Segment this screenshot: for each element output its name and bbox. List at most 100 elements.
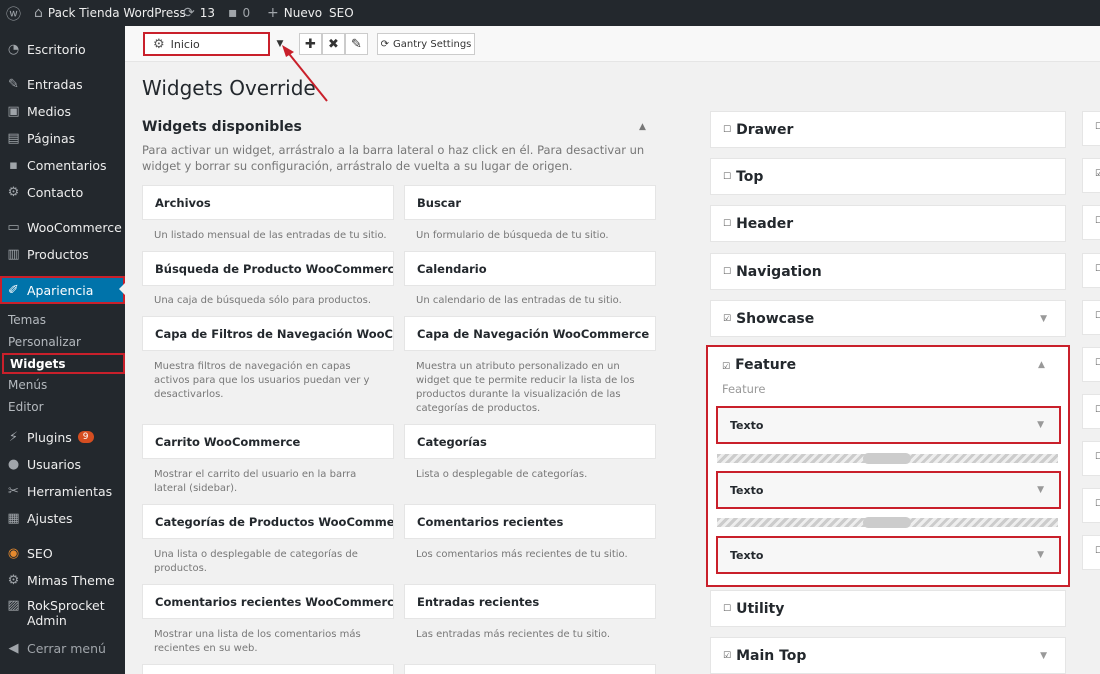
sidebar-name: Top	[736, 168, 764, 185]
new-link[interactable]: + Nuevo	[267, 0, 322, 26]
menu-comentarios[interactable]: ▪ Comentarios	[0, 152, 125, 178]
chevron-down-icon[interactable]: ▼	[1037, 420, 1044, 430]
sidebar-column-2-item[interactable]: ☐	[1082, 535, 1100, 570]
checkbox-icon: ☐	[723, 266, 732, 277]
sidebar-column-2-item[interactable]: ☐	[1082, 347, 1100, 382]
sidebar-utility[interactable]: ☐ Utility	[710, 590, 1066, 627]
checkbox-icon: ☐	[1095, 405, 1100, 415]
wrench-icon: ✂	[8, 483, 19, 499]
menu-plugins[interactable]: ⚡ Plugins 9	[0, 424, 125, 450]
submenu-personalizar[interactable]: Personalizar	[0, 331, 125, 352]
widget-calendario[interactable]: Calendario	[404, 251, 656, 286]
sidebar-column-2-item[interactable]: ☐	[1082, 488, 1100, 523]
submenu-temas[interactable]: Temas	[0, 309, 125, 330]
sidebar-top[interactable]: ☐ Top	[710, 158, 1066, 195]
sidebar-name: Navigation	[736, 263, 822, 280]
sidebar-navigation[interactable]: ☐ Navigation	[710, 253, 1066, 290]
edit-override-button[interactable]: ✎	[345, 33, 368, 55]
widget-buscar[interactable]: Buscar	[404, 185, 656, 220]
sidebar-feature[interactable]: ☑ Feature	[722, 357, 796, 373]
widget-capa-filtros[interactable]: Capa de Filtros de Navegación WooComme..…	[142, 316, 394, 351]
collapse-icon: ◀	[8, 640, 19, 656]
user-icon: ●	[7, 456, 20, 472]
menu-seo[interactable]: ◉ SEO	[0, 540, 125, 566]
widget-description: Mostrar el carrito del usuario en la bar…	[154, 469, 357, 494]
menu-label: Comentarios	[27, 157, 107, 173]
chevron-down-icon[interactable]: ▼	[1037, 550, 1044, 560]
collapse-panel-toggle[interactable]: ▲	[639, 122, 646, 132]
widget-description: Un listado mensual de las entradas de tu…	[154, 230, 387, 241]
sidebar-column-2-item[interactable]: ☑	[1082, 158, 1100, 193]
menu-paginas[interactable]: ▤ Páginas	[0, 125, 125, 151]
menu-ajustes[interactable]: ▦ Ajustes	[0, 505, 125, 531]
sidebar-column-2-item[interactable]: ☐	[1082, 300, 1100, 335]
widget-capa-navegacion[interactable]: Capa de Navegación WooCommerce	[404, 316, 656, 351]
menu-label: Páginas	[27, 130, 76, 146]
widget-comentarios-woo[interactable]: Comentarios recientes WooCommerce	[142, 584, 394, 619]
widget-description: Los comentarios más recientes de tu siti…	[416, 549, 628, 560]
menu-contacto[interactable]: ⚙ Contacto	[0, 179, 125, 205]
checkbox-icon: ☐	[723, 603, 732, 614]
widget-categorias[interactable]: Categorías	[404, 424, 656, 459]
widget-archivos[interactable]: Archivos	[142, 185, 394, 220]
checkbox-icon: ☐	[1095, 122, 1100, 132]
checkbox-icon: ☐	[723, 124, 732, 135]
chevron-down-icon[interactable]: ▼	[1040, 314, 1047, 324]
sidebar-column-2-item[interactable]: ☐	[1082, 111, 1100, 146]
widget-description: Una lista o desplegable de categorías de…	[154, 549, 358, 574]
widget-carrito[interactable]: Carrito WooCommerce	[142, 424, 394, 459]
chevron-down-icon[interactable]: ▼	[1040, 651, 1047, 661]
menu-medios[interactable]: ▣ Medios	[0, 98, 125, 124]
menu-usuarios[interactable]: ● Usuarios	[0, 451, 125, 477]
wordpress-logo-icon[interactable]: ⓦ	[6, 0, 26, 26]
feature-widget-texto[interactable]: Texto ▼	[716, 406, 1061, 444]
sidebar-column-2-item[interactable]: ☐	[1082, 394, 1100, 429]
sidebar-drawer[interactable]: ☐ Drawer	[710, 111, 1066, 148]
widget-comentarios-recientes[interactable]: Comentarios recientes	[404, 504, 656, 539]
chevron-up-icon[interactable]: ▲	[1038, 360, 1045, 370]
checkbox-icon: ☐	[723, 218, 732, 229]
menu-mimas-theme[interactable]: ⚙ Mimas Theme	[0, 567, 125, 593]
gantry-settings-button[interactable]: ⟳ Gantry Settings	[377, 33, 475, 55]
menu-productos[interactable]: ▥ Productos	[0, 241, 125, 267]
comments-link[interactable]: ▪ 0	[228, 0, 250, 26]
widget-categorias-productos[interactable]: Categorías de Productos WooCommerce	[142, 504, 394, 539]
submenu-widgets[interactable]: Widgets	[2, 353, 125, 374]
sidebar-name: Utility	[736, 600, 785, 617]
seo-link[interactable]: SEO	[329, 0, 354, 26]
refresh-icon: ⟳	[183, 5, 195, 21]
widget-next[interactable]	[142, 664, 394, 674]
sidebar-showcase[interactable]: ☑ Showcase ▼	[710, 300, 1066, 337]
submenu-editor[interactable]: Editor	[0, 396, 125, 417]
menu-apariencia[interactable]: ✐ Apariencia	[0, 276, 125, 304]
menu-herramientas[interactable]: ✂ Herramientas	[0, 478, 125, 504]
sidebar-column-2-item[interactable]: ☐	[1082, 205, 1100, 240]
widget-busqueda-producto[interactable]: Búsqueda de Producto WooCommerce	[142, 251, 394, 286]
feature-widget-texto[interactable]: Texto ▼	[716, 471, 1061, 509]
checked-checkbox-icon: ☑	[1095, 169, 1100, 179]
menu-woocommerce[interactable]: ▭ WooCommerce	[0, 214, 125, 240]
override-select[interactable]: ⚙ Inicio	[143, 32, 270, 56]
admin-bar: ⓦ ⌂ Pack Tienda WordPress ⟳ 13 ▪ 0 + Nuevo S…	[0, 0, 1100, 26]
sidebar-main-top[interactable]: ☑ Main Top ▼	[710, 637, 1066, 674]
widget-name: Texto	[730, 548, 764, 562]
checkbox-icon: ☐	[723, 171, 732, 182]
feature-widget-texto[interactable]: Texto ▼	[716, 536, 1061, 574]
sidebar-column-2-item[interactable]: ☐	[1082, 253, 1100, 288]
comment-icon: ▪	[228, 5, 238, 21]
menu-escritorio[interactable]: ◔ Escritorio	[0, 36, 125, 62]
chevron-down-icon[interactable]: ▼	[1037, 485, 1044, 495]
pin-icon: ✎	[8, 76, 19, 92]
sidebar-column-2-item[interactable]: ☐	[1082, 441, 1100, 476]
collapse-menu[interactable]: ◀ Cerrar menú	[0, 635, 125, 661]
widget-next[interactable]	[404, 664, 656, 674]
site-name-link[interactable]: ⌂ Pack Tienda WordPress	[34, 0, 186, 26]
updates-link[interactable]: ⟳ 13	[183, 0, 215, 26]
sidebar-header[interactable]: ☐ Header	[710, 205, 1066, 242]
plugins-badge: 9	[77, 431, 94, 443]
widget-entradas-recientes[interactable]: Entradas recientes	[404, 584, 656, 619]
menu-roksprocket[interactable]: ▨ RokSprocket Admin	[0, 598, 125, 632]
submenu-menus[interactable]: Menús	[0, 374, 125, 395]
menu-entradas[interactable]: ✎ Entradas	[0, 71, 125, 97]
menu-label-line1: RokSprocket	[27, 598, 105, 613]
